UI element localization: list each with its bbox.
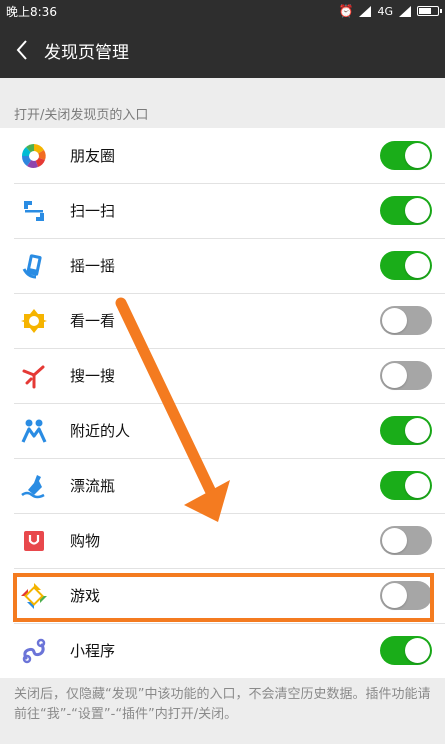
toggle-switch[interactable] xyxy=(380,636,432,665)
item-label: 搜一搜 xyxy=(70,367,116,385)
toggle-knob xyxy=(382,363,407,388)
item-label: 扫一扫 xyxy=(70,202,116,220)
people-nearby-icon xyxy=(20,417,48,445)
status-bar: 晚上8:36 ⏰ 4G xyxy=(0,0,445,22)
list-item-games: 游戏 xyxy=(0,568,445,623)
list-item-top-stories: 看一看 xyxy=(0,293,445,348)
toggle-switch[interactable] xyxy=(380,471,432,500)
toggle-knob xyxy=(405,143,430,168)
toggle-switch[interactable] xyxy=(380,251,432,280)
item-label: 附近的人 xyxy=(70,422,131,440)
toggle-knob xyxy=(405,418,430,443)
toggle-switch[interactable] xyxy=(380,581,432,610)
battery-icon xyxy=(417,6,442,16)
item-label: 朋友圈 xyxy=(70,147,116,165)
toggle-knob xyxy=(405,473,430,498)
toggle-switch[interactable] xyxy=(380,361,432,390)
toggle-switch[interactable] xyxy=(380,526,432,555)
top-stories-icon xyxy=(20,307,48,335)
item-label: 小程序 xyxy=(70,642,116,660)
scan-icon xyxy=(20,197,48,225)
shake-icon xyxy=(20,252,48,280)
item-label: 摇一摇 xyxy=(70,257,116,275)
shopping-icon xyxy=(20,527,48,555)
signal-strength-icon xyxy=(399,5,411,17)
item-label: 购物 xyxy=(70,532,101,550)
toggle-switch[interactable] xyxy=(380,196,432,225)
search-icon xyxy=(20,362,48,390)
games-icon xyxy=(20,582,48,610)
list-item-mini-programs: 小程序 xyxy=(0,623,445,678)
nav-bar: 发现页管理 xyxy=(0,22,445,78)
drift-bottle-icon xyxy=(20,472,48,500)
toggle-switch[interactable] xyxy=(380,416,432,445)
toggle-knob xyxy=(382,308,407,333)
item-label: 游戏 xyxy=(70,587,101,605)
moments-icon xyxy=(20,142,48,170)
toggle-knob xyxy=(382,583,407,608)
item-label: 看一看 xyxy=(70,312,116,330)
alarm-icon: ⏰ xyxy=(338,4,354,18)
footer-note: 关闭后，仅隐藏“发现”中该功能的入口，不会清空历史数据。插件功能请前往“我”-“… xyxy=(14,687,431,722)
page-title: 发现页管理 xyxy=(44,42,129,63)
toggle-knob xyxy=(405,638,430,663)
entry-list: 朋友圈 扫一扫 摇一摇 看一看 搜一搜 附近的人 漂流瓶 购物 游戏 小程序 xyxy=(0,128,445,678)
toggle-switch[interactable] xyxy=(380,141,432,170)
chevron-left-icon xyxy=(16,40,27,60)
back-button[interactable] xyxy=(0,22,44,78)
toggle-knob xyxy=(382,528,407,553)
status-icons: ⏰ 4G xyxy=(338,4,442,18)
network-type: 4G xyxy=(377,4,393,18)
list-item-moments: 朋友圈 xyxy=(0,128,445,183)
list-item-shake: 摇一摇 xyxy=(0,238,445,293)
list-item-drift-bottle: 漂流瓶 xyxy=(0,458,445,513)
mini-programs-icon xyxy=(20,637,48,665)
toggle-knob xyxy=(405,198,430,223)
list-item-shopping: 购物 xyxy=(0,513,445,568)
toggle-knob xyxy=(405,253,430,278)
status-time: 晚上8:36 xyxy=(6,4,57,19)
list-item-people-nearby: 附近的人 xyxy=(0,403,445,458)
section-label: 打开/关闭发现页的入口 xyxy=(14,108,149,123)
toggle-switch[interactable] xyxy=(380,306,432,335)
signal-icon xyxy=(359,5,372,17)
item-label: 漂流瓶 xyxy=(70,477,116,495)
list-item-search: 搜一搜 xyxy=(0,348,445,403)
list-item-scan: 扫一扫 xyxy=(0,183,445,238)
